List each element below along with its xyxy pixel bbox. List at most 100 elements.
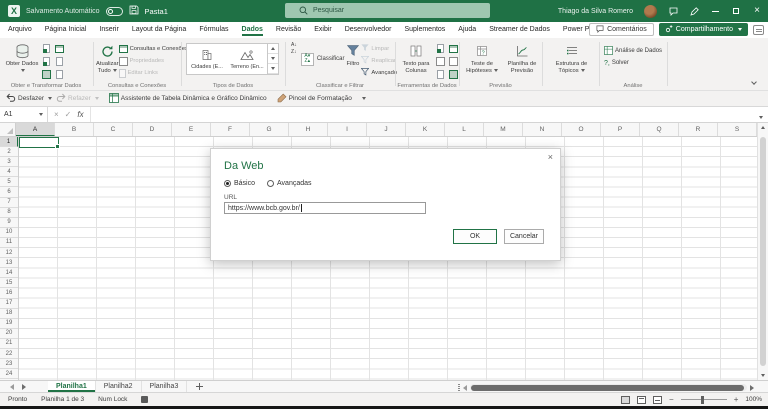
queries-connections-button[interactable]: Consultas e Conexões bbox=[118, 43, 188, 55]
row-header-19[interactable]: 19 bbox=[0, 319, 18, 329]
search-box[interactable]: Pesquisar bbox=[285, 3, 490, 18]
menu-tab-desenvolvedor[interactable]: Desenvolvedor bbox=[345, 24, 392, 36]
menu-tab-streamer-de-dados[interactable]: Streamer de Dados bbox=[489, 24, 550, 36]
consolidate-icon[interactable] bbox=[449, 44, 458, 53]
gallery-scroll-up[interactable] bbox=[268, 44, 278, 54]
expand-formula-bar-icon[interactable] bbox=[754, 106, 768, 124]
menu-tab-exibir[interactable]: Exibir bbox=[314, 24, 332, 36]
existing-connections-icon[interactable] bbox=[42, 70, 51, 79]
redo-button[interactable]: Refazer bbox=[56, 93, 99, 104]
column-header-i[interactable]: I bbox=[328, 123, 367, 136]
excel-logo-icon[interactable]: X bbox=[8, 5, 20, 17]
flash-fill-icon[interactable] bbox=[437, 44, 444, 53]
row-header-15[interactable]: 15 bbox=[0, 278, 18, 289]
column-header-p[interactable]: P bbox=[601, 123, 640, 136]
page-layout-view-icon[interactable] bbox=[637, 395, 647, 404]
from-table-range-icon[interactable] bbox=[43, 57, 50, 66]
sort-za-icon[interactable]: Z↓ bbox=[291, 50, 297, 55]
row-header-9[interactable]: 9 bbox=[0, 218, 18, 228]
row-header-24[interactable]: 24 bbox=[0, 369, 18, 380]
column-header-n[interactable]: N bbox=[523, 123, 562, 136]
select-all-corner[interactable] bbox=[0, 123, 16, 136]
sheet-tab-planilha2[interactable]: Planilha2 bbox=[96, 381, 142, 392]
sheet-tab-planilha1[interactable]: Planilha1 bbox=[48, 381, 96, 392]
gallery-scroll-down[interactable] bbox=[268, 54, 278, 64]
cancel-entry-icon[interactable]: × bbox=[54, 110, 59, 119]
menu-tab-ajuda[interactable]: Ajuda bbox=[458, 24, 476, 36]
row-header-3[interactable]: 3 bbox=[0, 157, 18, 168]
column-header-c[interactable]: C bbox=[94, 123, 133, 136]
gallery-more[interactable] bbox=[268, 64, 278, 74]
row-header-10[interactable]: 10 bbox=[0, 228, 18, 238]
row-header-8[interactable]: 8 bbox=[0, 208, 18, 218]
format-painter-button[interactable]: Pincel de Formatação bbox=[277, 93, 352, 105]
prev-sheet-icon[interactable] bbox=[10, 383, 14, 390]
horizontal-scrollbar[interactable] bbox=[458, 384, 754, 392]
row-header-17[interactable]: 17 bbox=[0, 299, 18, 309]
manage-data-model-icon[interactable] bbox=[449, 70, 458, 79]
row-header-5[interactable]: 5 bbox=[0, 177, 18, 188]
row-header-6[interactable]: 6 bbox=[0, 187, 18, 198]
filter-button[interactable]: Filtro bbox=[347, 41, 359, 81]
name-box-dropdown-icon[interactable] bbox=[39, 113, 43, 116]
editing-mode-icon[interactable] bbox=[689, 6, 699, 16]
row-header-23[interactable]: 23 bbox=[0, 359, 18, 370]
row-header-22[interactable]: 22 bbox=[0, 349, 18, 360]
basic-radio[interactable]: Básico bbox=[224, 180, 255, 187]
get-data-button[interactable]: Obter Dados bbox=[4, 41, 40, 81]
advanced-radio[interactable]: Avançadas bbox=[267, 180, 312, 187]
scroll-right-icon[interactable] bbox=[750, 384, 754, 391]
row-header-12[interactable]: 12 bbox=[0, 248, 18, 259]
user-name[interactable]: Thiago da Silva Romero bbox=[558, 8, 633, 15]
undo-dropdown-icon[interactable] bbox=[48, 97, 53, 100]
menu-tab-p-gina-inicial[interactable]: Página Inicial bbox=[45, 24, 87, 36]
recent-sources-icon[interactable] bbox=[56, 57, 63, 66]
zoom-slider-thumb[interactable] bbox=[700, 395, 704, 404]
sort-button[interactable]: A▾ Z▴ Classificar bbox=[299, 41, 347, 77]
row-header-1[interactable]: 1 bbox=[0, 137, 18, 148]
sort-az-icon[interactable]: A↓ bbox=[291, 43, 297, 48]
properties-button[interactable]: Propriedades bbox=[118, 55, 188, 67]
column-header-q[interactable]: Q bbox=[640, 123, 679, 136]
page-break-view-icon[interactable] bbox=[653, 395, 663, 404]
row-header-4[interactable]: 4 bbox=[0, 167, 18, 178]
menu-tab-dados[interactable]: Dados bbox=[241, 24, 263, 36]
menu-tab-suplementos[interactable]: Suplementos bbox=[404, 24, 445, 36]
forecast-sheet-button[interactable]: Planilha de Previsão bbox=[502, 41, 542, 81]
qat-overflow-icon[interactable] bbox=[361, 97, 366, 100]
avatar[interactable] bbox=[644, 4, 657, 18]
horizontal-scrollbar-thumb[interactable] bbox=[471, 384, 744, 391]
edit-links-button[interactable]: Editar Links bbox=[118, 67, 188, 79]
zoom-slider[interactable] bbox=[680, 395, 727, 404]
column-header-d[interactable]: D bbox=[133, 123, 172, 136]
scroll-down-icon[interactable] bbox=[761, 374, 765, 377]
minimize-icon[interactable] bbox=[710, 6, 720, 16]
zoom-in-icon[interactable]: + bbox=[734, 395, 739, 404]
row-header-16[interactable]: 16 bbox=[0, 288, 18, 299]
share-button[interactable]: Compartilhamento bbox=[658, 23, 748, 36]
insert-function-icon[interactable]: fx bbox=[77, 110, 83, 119]
close-icon[interactable]: × bbox=[752, 6, 762, 16]
zoom-out-icon[interactable]: − bbox=[669, 395, 674, 404]
column-header-b[interactable]: B bbox=[55, 123, 94, 136]
comments-button[interactable]: Comentários bbox=[589, 23, 654, 36]
data-type-terrain[interactable]: Terreno (En... bbox=[227, 44, 267, 74]
advanced-filter-button[interactable]: Avançado bbox=[360, 67, 397, 79]
feedback-icon[interactable] bbox=[668, 6, 678, 16]
scroll-left-icon[interactable] bbox=[463, 384, 467, 391]
name-box[interactable]: A1 bbox=[0, 107, 48, 122]
menu-tab-f-rmulas[interactable]: Fórmulas bbox=[199, 24, 228, 36]
restore-icon[interactable] bbox=[731, 6, 741, 16]
sheet-tab-planilha3[interactable]: Planilha3 bbox=[142, 381, 188, 392]
row-header-20[interactable]: 20 bbox=[0, 329, 18, 339]
data-validation-icon[interactable] bbox=[437, 70, 444, 79]
reapply-filter-button[interactable]: Reaplicar bbox=[360, 55, 397, 67]
column-header-f[interactable]: F bbox=[211, 123, 250, 136]
outline-button[interactable]: Estrutura de Tópicos bbox=[548, 41, 596, 81]
horizontal-scrollbar-track[interactable] bbox=[470, 384, 747, 391]
collapse-ribbon-icon[interactable] bbox=[751, 79, 758, 86]
row-header-18[interactable]: 18 bbox=[0, 309, 18, 319]
column-header-j[interactable]: J bbox=[367, 123, 406, 136]
what-if-button[interactable]: ? Teste de Hipóteses bbox=[462, 41, 502, 81]
next-sheet-icon[interactable] bbox=[22, 383, 26, 390]
